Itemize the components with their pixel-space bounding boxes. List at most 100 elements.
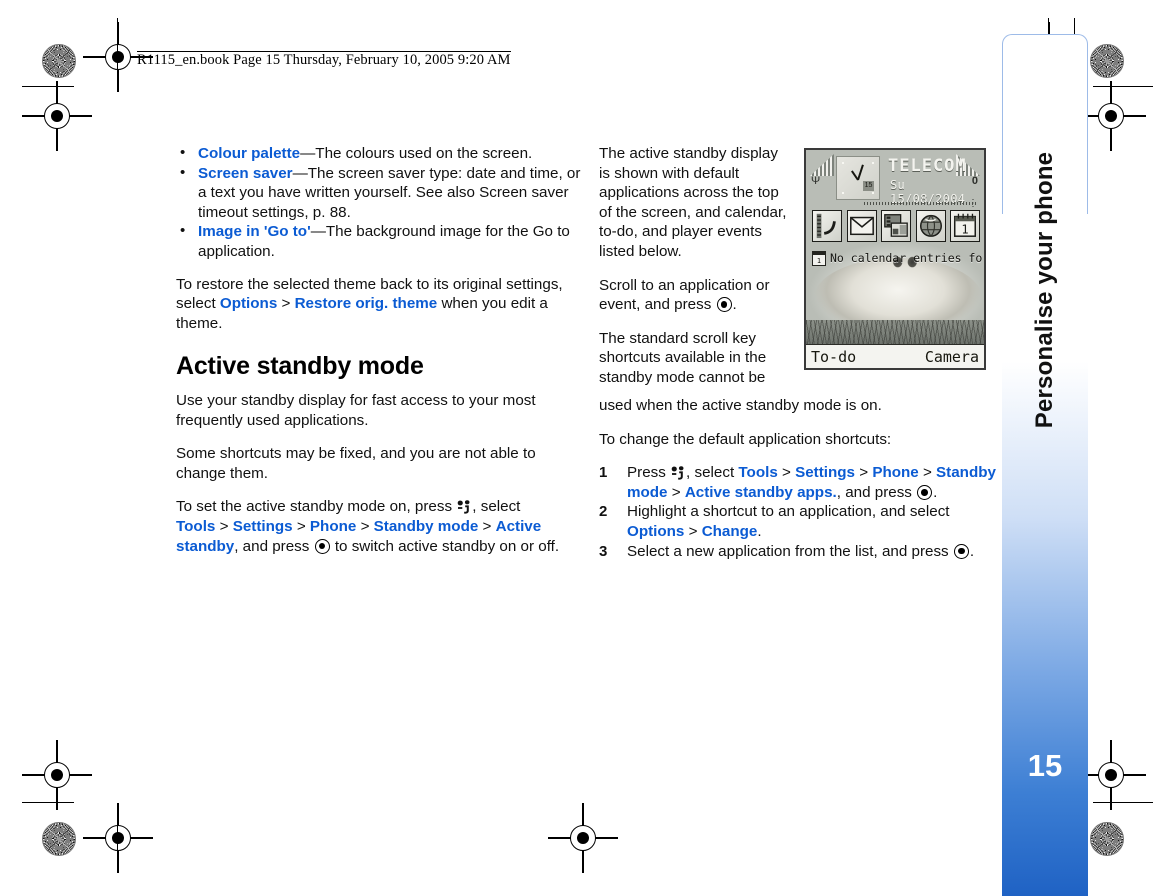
shortcut-contacts[interactable] bbox=[812, 210, 842, 242]
step-line: Options > Change. bbox=[627, 522, 762, 540]
phone-softkey-bar: To-do Camera bbox=[806, 344, 984, 368]
shortcut-calendar[interactable]: 1 bbox=[950, 210, 980, 242]
right-text-column-wide: used when the active standby mode is on.… bbox=[599, 396, 996, 562]
paragraph-line: to-do, and player events bbox=[599, 223, 762, 241]
wallpaper-grass bbox=[806, 320, 984, 346]
paragraph-line: theme. bbox=[176, 314, 223, 332]
active-display-paragraph: The active standby display is shown with… bbox=[599, 144, 804, 262]
phone-status-bar: Ψ 0 15 TELECOM Su 15/08/2004 bbox=[806, 150, 984, 206]
bullet-icon: • bbox=[180, 222, 186, 240]
chapter-title-text: Personalise your phone bbox=[1031, 151, 1059, 429]
paragraph-line: Some shortcuts may be fixed, and you are… bbox=[176, 445, 536, 463]
shortcut-gallery[interactable] bbox=[881, 210, 911, 242]
signal-strength-icon bbox=[810, 154, 834, 176]
calendar-note-text: No calendar entries for today bbox=[830, 251, 984, 265]
shortcut-web[interactable] bbox=[915, 210, 946, 242]
step-line: Highlight a shortcut to an application, … bbox=[627, 503, 950, 521]
nav-indicator-icon: ⋮ bbox=[968, 198, 978, 209]
paragraph-line: To change the default application shortc… bbox=[599, 430, 892, 448]
page-number: 15 bbox=[1027, 748, 1063, 783]
clock-minute-label: 15 bbox=[863, 181, 874, 191]
change-shortcuts-intro: To change the default application shortc… bbox=[599, 430, 995, 450]
scroll-key-icon bbox=[917, 484, 933, 500]
book-running-header: R1115_en.book Page 15 Thursday, February… bbox=[137, 51, 511, 69]
bullet-line: Colour palette—The colours used on the s… bbox=[198, 145, 533, 162]
list-item: • Image in 'Go to'—The background image … bbox=[176, 222, 576, 261]
paragraph-line: is shown with default bbox=[599, 164, 740, 182]
bullet-line: Screen saver—The screen saver type: date… bbox=[198, 164, 581, 182]
list-item: • Screen saver—The screen saver type: da… bbox=[176, 163, 581, 223]
phone-screenshot: Ψ 0 15 TELECOM Su 15/08/2004 ⋮ 1 1 No ca… bbox=[804, 148, 986, 370]
shortcut-messaging[interactable] bbox=[846, 210, 877, 242]
clock-widget: 15 bbox=[836, 156, 880, 200]
scroll-and-press-paragraph: Scroll to an application or event, and p… bbox=[599, 276, 804, 315]
step-number: 3 bbox=[599, 542, 608, 560]
paragraph-line: The standard scroll key bbox=[599, 329, 757, 347]
list-item: 3 Select a new application from the list… bbox=[599, 542, 995, 562]
paragraph-line: standby mode cannot be bbox=[599, 368, 766, 386]
scroll-key-icon bbox=[716, 297, 732, 313]
bullet-icon: • bbox=[180, 144, 186, 161]
step-line: Select a new application from the list, … bbox=[627, 542, 975, 560]
calendar-day-label: 1 bbox=[816, 256, 822, 265]
paragraph-line: select Options > Restore orig. theme whe… bbox=[176, 295, 548, 313]
paragraph-line: Use your standby display for fast access… bbox=[176, 391, 536, 409]
print-density-target bbox=[1090, 44, 1124, 78]
list-item: • Colour palette—The colours used on the… bbox=[176, 144, 576, 164]
bullet-line: application. bbox=[198, 242, 275, 260]
print-density-target bbox=[1090, 822, 1124, 856]
paragraph-line: Tools > Settings > Phone > Standby mode … bbox=[176, 517, 542, 535]
crop-mark bbox=[1093, 86, 1153, 88]
book-header-text: R1115_en.book Page 15 Thursday, February… bbox=[137, 51, 511, 68]
restore-theme-paragraph: To restore the selected theme back to it… bbox=[176, 275, 576, 334]
print-density-target bbox=[42, 44, 76, 78]
svg-text:1: 1 bbox=[961, 222, 968, 236]
crop-mark bbox=[1093, 802, 1153, 804]
softkey-right[interactable]: Camera bbox=[925, 348, 979, 366]
menu-key-icon bbox=[457, 499, 471, 514]
crop-mark bbox=[117, 18, 119, 72]
active-standby-shortcut-row: 1 bbox=[812, 210, 980, 246]
paragraph-line: Scroll to an application or bbox=[599, 276, 770, 294]
paragraph-line: shortcuts available in the bbox=[599, 349, 767, 367]
left-text-column: • Colour palette—The colours used on the… bbox=[176, 144, 581, 556]
softkey-left[interactable]: To-do bbox=[811, 348, 856, 366]
paragraph-line: The active standby display bbox=[599, 145, 778, 162]
paragraph-line: applications across the top bbox=[599, 184, 779, 202]
calendar-icon: 1 bbox=[812, 250, 826, 266]
chapter-title-vertical: Personalise your phone bbox=[1002, 140, 1088, 440]
list-item: 2 Highlight a shortcut to an application… bbox=[599, 502, 995, 541]
printed-manual-page: R1115_en.book Page 15 Thursday, February… bbox=[0, 0, 1168, 896]
step-number: 1 bbox=[599, 464, 608, 482]
paragraph-line: frequently used applications. bbox=[176, 411, 369, 429]
step-line: mode > Active standby apps., and press . bbox=[627, 483, 938, 501]
step-number: 2 bbox=[599, 503, 608, 521]
change-shortcuts-steps: 1 Press , select Tools > Settings > Phon… bbox=[599, 463, 996, 562]
bullet-line: timeout settings, p. 88. bbox=[198, 203, 351, 221]
bullet-line: a text you have written yourself. See al… bbox=[198, 184, 569, 202]
right-text-column: The active standby display is shown with… bbox=[599, 144, 804, 388]
fixed-shortcuts-paragraph: Some shortcuts may be fixed, and you are… bbox=[176, 444, 576, 483]
scroll-key-icon bbox=[314, 538, 330, 554]
calendar-event-row[interactable]: 1 No calendar entries for today bbox=[812, 250, 984, 266]
standard-shortcuts-paragraph: The standard scroll key shortcuts availa… bbox=[599, 329, 804, 388]
section-heading: Active standby mode bbox=[176, 352, 424, 381]
paragraph-line: event, and press . bbox=[599, 296, 737, 314]
separator-dotted-line bbox=[864, 202, 978, 205]
standard-shortcuts-continuation: used when the active standby mode is on. bbox=[599, 396, 995, 416]
paragraph-line: of the screen, and calendar, bbox=[599, 203, 787, 221]
step-line: Press , select Tools > Settings > Phone … bbox=[627, 464, 996, 482]
bullet-icon: • bbox=[180, 163, 186, 181]
crop-mark bbox=[22, 802, 74, 804]
scroll-key-icon bbox=[953, 543, 969, 559]
crop-mark bbox=[117, 812, 119, 866]
set-standby-on-paragraph: To set the active standby mode on, press… bbox=[176, 497, 576, 556]
theme-settings-bullet-list: • Colour palette—The colours used on the… bbox=[176, 144, 581, 262]
print-density-target bbox=[42, 822, 76, 856]
bullet-line: Image in 'Go to'—The background image fo… bbox=[198, 223, 570, 241]
operator-name: TELECOM bbox=[888, 156, 967, 176]
paragraph-line: To restore the selected theme back to it… bbox=[176, 275, 563, 293]
menu-key-icon bbox=[671, 465, 685, 480]
list-item: 1 Press , select Tools > Settings > Phon… bbox=[599, 463, 996, 502]
paragraph-line: standby, and press to switch active stan… bbox=[176, 537, 560, 555]
